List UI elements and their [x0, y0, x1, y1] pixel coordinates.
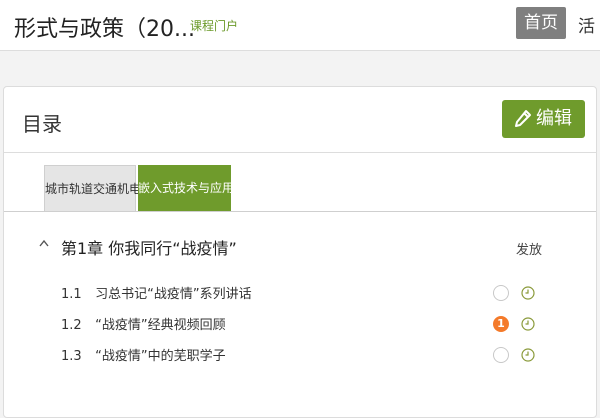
lesson-title: “战疫情”经典视频回顾	[95, 318, 226, 333]
nav-activity-tab[interactable]: 活	[578, 12, 595, 37]
lesson-number: 1.3	[61, 349, 82, 364]
course-portal-link[interactable]: 课程门户	[190, 17, 238, 34]
lesson-number: 1.1	[61, 287, 82, 302]
clock-icon[interactable]	[521, 317, 535, 331]
edit-button[interactable]: 编辑	[502, 100, 585, 138]
top-bar: 形式与政策（20... 课程门户 首页 活	[0, 0, 600, 51]
lesson-status-circle	[493, 285, 509, 301]
chapter-title: 第1章 你我同行“战疫情”	[61, 239, 237, 258]
lesson-number: 1.2	[61, 318, 82, 333]
tabs-divider	[4, 211, 596, 212]
clock-icon[interactable]	[521, 286, 535, 300]
lesson-item[interactable]: 1.2 “战疫情”经典视频回顾	[61, 314, 226, 334]
lesson-item[interactable]: 1.1 习总书记“战疫情”系列讲话	[61, 283, 252, 303]
tab-class-1[interactable]: 嵌入式技术与应用	[138, 165, 234, 211]
clock-icon[interactable]	[521, 348, 535, 362]
lesson-title: 习总书记“战疫情”系列讲话	[95, 287, 252, 302]
catalog-panel: 目录 编辑 城市轨道交通机电 嵌入式技术与应用 第1章 你我同行“战疫情” 发放…	[3, 86, 597, 418]
panel-title: 目录	[22, 112, 62, 136]
nav-home-tab[interactable]: 首页	[516, 7, 566, 39]
lesson-status-badge: 1	[493, 316, 509, 332]
tab-class-0[interactable]: 城市轨道交通机电	[44, 165, 141, 211]
course-title: 形式与政策（20...	[14, 17, 195, 42]
lesson-item[interactable]: 1.3 “战疫情”中的芜职学子	[61, 345, 226, 365]
lesson-title: “战疫情”中的芜职学子	[95, 349, 226, 364]
lesson-status-circle	[493, 347, 509, 363]
pencil-icon	[515, 110, 531, 127]
edit-button-label: 编辑	[536, 108, 572, 129]
publish-column-header: 发放	[516, 243, 543, 258]
panel-divider	[4, 152, 596, 153]
chevron-up-icon[interactable]	[38, 238, 50, 248]
